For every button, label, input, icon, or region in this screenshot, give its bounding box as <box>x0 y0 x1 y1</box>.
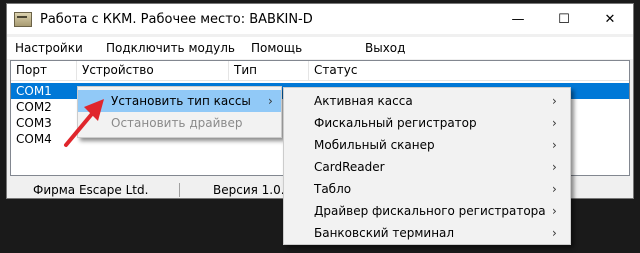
close-icon: ✕ <box>604 11 616 27</box>
submenu-arrow-icon: › <box>552 226 557 240</box>
row-port: COM4 <box>16 132 52 146</box>
menu-exit[interactable]: Выход <box>365 41 405 55</box>
status-company: Фирма Escape Ltd. <box>33 183 149 197</box>
submenu-item-bank-terminal[interactable]: Банковский терминал › <box>284 222 570 244</box>
submenu-item-mobile-scanner[interactable]: Мобильный сканер › <box>284 134 570 156</box>
minimize-button[interactable]: — <box>495 4 541 34</box>
list-header: Порт Устройство Тип Статус <box>11 61 629 81</box>
menu-item-label: Фискальный регистратор <box>314 116 477 130</box>
menu-item-label: Табло <box>314 182 352 196</box>
submenu-item-fiscal-driver[interactable]: Драйвер фискального регистратора › <box>284 200 570 222</box>
window-title: Работа с ККМ. Рабочее место: BABKIN-D <box>40 11 313 27</box>
menu-item-label: CardReader <box>314 160 385 174</box>
annotation-arrow-icon <box>64 99 104 147</box>
menu-settings[interactable]: Настройки <box>15 41 83 55</box>
row-port: COM2 <box>16 100 52 114</box>
submenu-arrow-icon: › <box>552 160 557 174</box>
title-bar[interactable]: Работа с ККМ. Рабочее место: BABKIN-D — … <box>7 4 633 34</box>
app-icon <box>14 11 32 27</box>
menu-item-label: Мобильный сканер <box>314 138 435 152</box>
menu-item-label: Установить тип кассы <box>111 94 251 108</box>
menu-item-label: Остановить драйвер <box>111 116 243 130</box>
menu-item-label: Банковский терминал <box>314 226 455 240</box>
row-port: COM3 <box>16 116 52 130</box>
row-port: COM1 <box>16 84 52 98</box>
submenu-register-types: Активная касса › Фискальный регистратор … <box>283 87 571 245</box>
maximize-icon: ☐ <box>558 11 570 27</box>
submenu-arrow-icon: › <box>268 94 273 108</box>
menu-connect-module[interactable]: Подключить модуль <box>106 41 235 55</box>
submenu-item-cardreader[interactable]: CardReader › <box>284 156 570 178</box>
menu-help[interactable]: Помощь <box>251 41 302 55</box>
submenu-arrow-icon: › <box>552 138 557 152</box>
submenu-item-active-register[interactable]: Активная касса › <box>284 90 570 112</box>
submenu-item-fiscal-registrar[interactable]: Фискальный регистратор › <box>284 112 570 134</box>
menu-bar: Настройки Подключить модуль Помощь Выход <box>7 37 633 59</box>
submenu-arrow-icon: › <box>552 204 557 218</box>
maximize-button[interactable]: ☐ <box>541 4 587 34</box>
column-status[interactable]: Статус <box>309 61 629 80</box>
column-device[interactable]: Устройство <box>77 61 229 80</box>
submenu-arrow-icon: › <box>552 94 557 108</box>
close-button[interactable]: ✕ <box>587 4 633 34</box>
submenu-arrow-icon: › <box>552 182 557 196</box>
column-type[interactable]: Тип <box>229 61 309 80</box>
status-version: Версия 1.0.2 <box>213 183 293 197</box>
menu-item-label: Драйвер фискального регистратора <box>314 204 546 218</box>
submenu-arrow-icon: › <box>552 116 557 130</box>
submenu-item-display[interactable]: Табло › <box>284 178 570 200</box>
status-divider <box>179 183 180 197</box>
menu-item-label: Активная касса <box>314 94 413 108</box>
column-port[interactable]: Порт <box>11 61 77 80</box>
minimize-icon: — <box>511 11 525 27</box>
